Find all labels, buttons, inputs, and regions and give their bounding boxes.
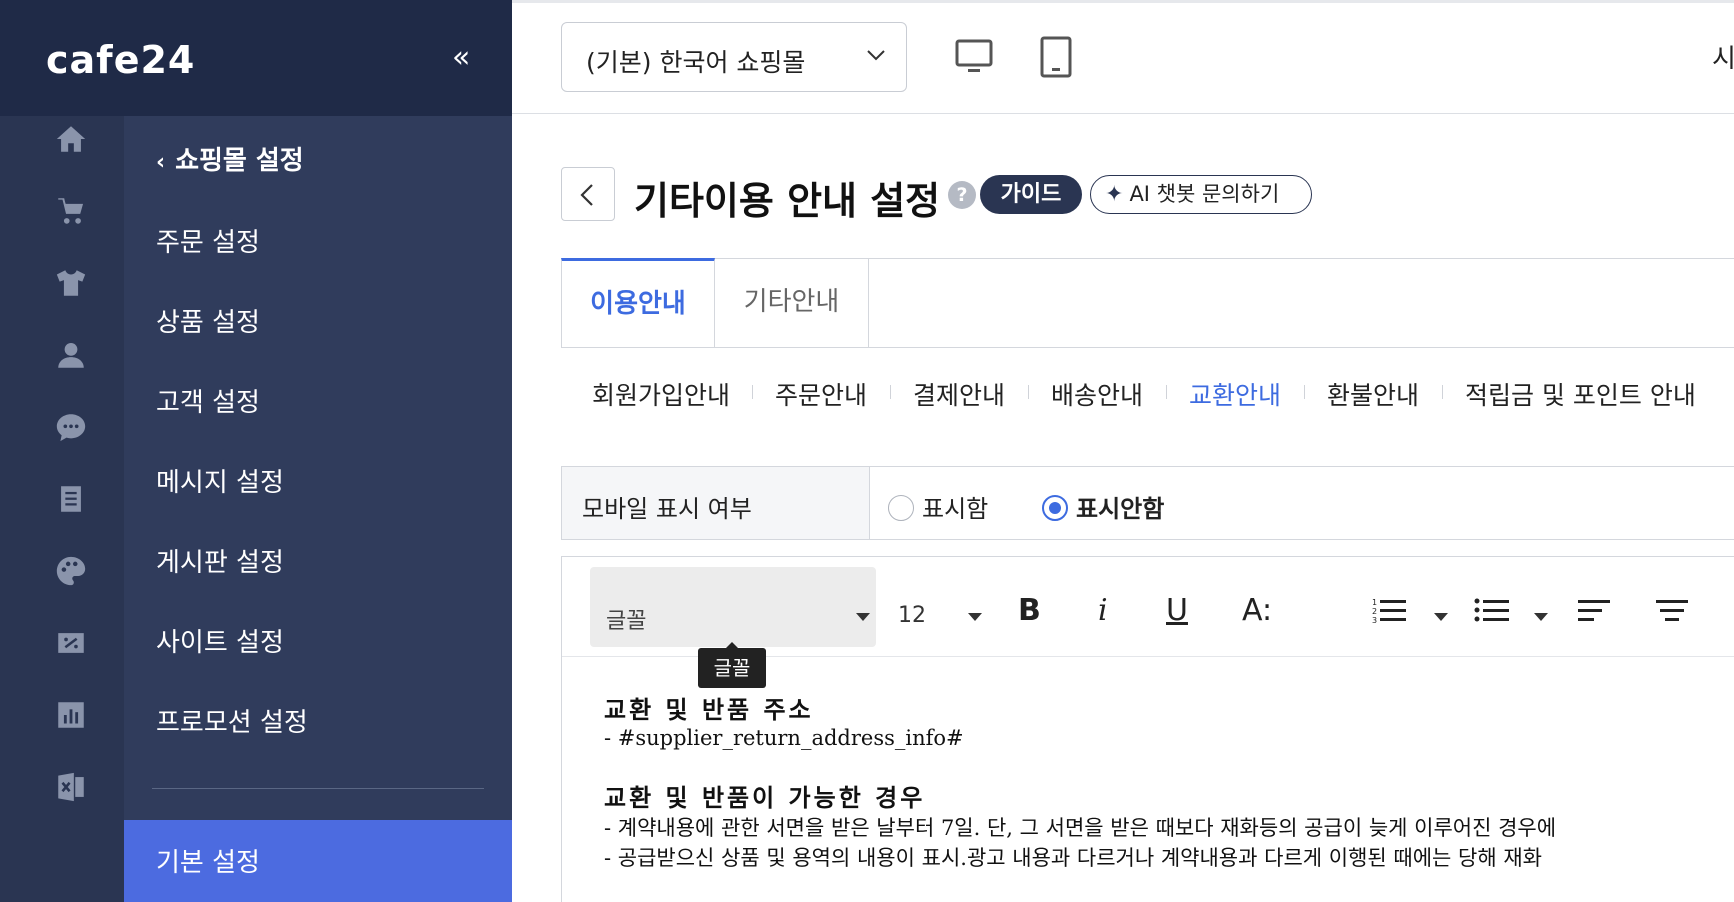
subtab-refund[interactable]: 환불안내 bbox=[1327, 376, 1419, 412]
submenu-item-site[interactable]: 사이트 설정 bbox=[156, 622, 284, 659]
subtab-shipping[interactable]: 배송안내 bbox=[1051, 376, 1143, 412]
submenu-item-basic-label: 기본 설정 bbox=[156, 848, 260, 878]
cafe24-logo[interactable]: cafe24 bbox=[46, 38, 195, 82]
subtab-separator bbox=[890, 385, 891, 399]
svg-text:3: 3 bbox=[1372, 616, 1377, 625]
radio-hide-label[interactable]: 표시안함 bbox=[1076, 489, 1164, 524]
mall-select-dropdown[interactable]: (기본) 한국어 쇼핑몰 bbox=[561, 22, 907, 92]
subtab-separator bbox=[1304, 385, 1305, 399]
subtab-points[interactable]: 적립금 및 포인트 안내 bbox=[1465, 376, 1696, 412]
guide-button[interactable]: 가이드 bbox=[980, 175, 1082, 214]
bullet-list-icon[interactable] bbox=[1474, 597, 1510, 625]
submenu-item-customer[interactable]: 고객 설정 bbox=[156, 382, 260, 419]
page-title: 기타이용 안내 설정 bbox=[634, 179, 941, 223]
excel-icon[interactable] bbox=[54, 770, 88, 804]
svg-text:1: 1 bbox=[1372, 598, 1377, 607]
palette-icon[interactable] bbox=[54, 554, 88, 588]
brand-header: cafe24 « bbox=[0, 0, 512, 116]
person-icon[interactable] bbox=[54, 338, 88, 372]
main-tabs: 이용안내 기타안내 bbox=[561, 258, 1734, 348]
cart-icon[interactable] bbox=[54, 194, 88, 228]
subtab-separator bbox=[752, 385, 753, 399]
tab-other-guide[interactable]: 기타안내 bbox=[715, 259, 869, 348]
subtab-exchange[interactable]: 교환안내 bbox=[1189, 376, 1281, 412]
submenu-item-promotion[interactable]: 프로모션 설정 bbox=[156, 702, 308, 739]
mobile-display-label-cell: 모바일 표시 여부 bbox=[562, 467, 870, 539]
font-family-value: 글꼴 bbox=[606, 609, 647, 634]
italic-button[interactable]: i bbox=[1098, 593, 1108, 628]
caret-down-icon bbox=[856, 613, 870, 621]
chevron-left-icon bbox=[580, 184, 593, 206]
chart-icon[interactable] bbox=[54, 698, 88, 732]
subtab-order[interactable]: 주문안내 bbox=[775, 376, 867, 412]
subtab-separator bbox=[1028, 385, 1029, 399]
subtab-signup[interactable]: 회원가입안내 bbox=[592, 376, 730, 412]
subtab-separator bbox=[1166, 385, 1167, 399]
mobile-display-row: 모바일 표시 여부 표시함 표시안함 bbox=[561, 466, 1734, 540]
font-family-select[interactable]: 글꼴 bbox=[590, 567, 876, 647]
radio-show[interactable] bbox=[888, 495, 914, 521]
help-icon[interactable]: ? bbox=[948, 181, 976, 209]
subtab-separator bbox=[1442, 385, 1443, 399]
chat-icon[interactable] bbox=[54, 410, 88, 444]
font-size-value[interactable]: 12 bbox=[898, 603, 926, 628]
caret-down-icon[interactable] bbox=[1432, 611, 1450, 623]
editor-heading-address[interactable]: 교환 및 반품 주소 bbox=[604, 690, 814, 725]
submenu-item-basic[interactable]: 기본 설정 bbox=[124, 820, 512, 902]
top-right-text[interactable]: 시 bbox=[1712, 38, 1734, 75]
ordered-list-icon[interactable]: 123 bbox=[1372, 597, 1408, 625]
promotion-icon[interactable] bbox=[54, 626, 88, 660]
sparkle-icon: ✦ bbox=[1105, 182, 1124, 207]
settings-submenu: ‹ 쇼핑몰 설정 주문 설정 상품 설정 고객 설정 메시지 설정 게시판 설정 … bbox=[124, 116, 512, 902]
radio-show-label[interactable]: 표시함 bbox=[922, 489, 988, 524]
text-size-button[interactable]: A: bbox=[1242, 593, 1272, 628]
ai-chatbot-button[interactable]: ✦ AI 챗봇 문의하기 bbox=[1090, 175, 1312, 214]
tshirt-icon[interactable] bbox=[54, 266, 88, 300]
editor-line-condition-1[interactable]: - 계약내용에 관한 서면을 받은 날부터 7일. 단, 그 서면을 받은 때보… bbox=[604, 812, 1556, 842]
submenu-item-product[interactable]: 상품 설정 bbox=[156, 302, 260, 339]
font-tooltip: 글꼴 bbox=[698, 642, 766, 688]
radio-hide[interactable] bbox=[1042, 495, 1068, 521]
collapse-menu-icon[interactable]: « bbox=[452, 40, 470, 75]
chevron-down-icon bbox=[867, 50, 885, 61]
editor-heading-conditions[interactable]: 교환 및 반품이 가능한 경우 bbox=[604, 778, 925, 813]
board-icon[interactable] bbox=[54, 482, 88, 516]
submenu-back-label: 쇼핑몰 설정 bbox=[175, 146, 304, 176]
home-icon[interactable] bbox=[54, 122, 88, 156]
svg-text:2: 2 bbox=[1372, 607, 1377, 616]
mall-select-value: (기본) 한국어 쇼핑몰 bbox=[586, 48, 806, 77]
subtab-payment[interactable]: 결제안내 bbox=[913, 376, 1005, 412]
submenu-item-board[interactable]: 게시판 설정 bbox=[156, 542, 284, 579]
ai-chatbot-label: AI 챗봇 문의하기 bbox=[1129, 182, 1280, 206]
editor-line-address[interactable]: - #supplier_return_address_info# bbox=[604, 726, 964, 750]
bold-button[interactable]: B bbox=[1018, 593, 1041, 628]
submenu-item-order[interactable]: 주문 설정 bbox=[156, 222, 260, 259]
editor-line-condition-2[interactable]: - 공급받으신 상품 및 용역의 내용이 표시.광고 내용과 다르거나 계약내용… bbox=[604, 842, 1542, 872]
pc-view-icon[interactable] bbox=[954, 38, 994, 78]
caret-down-icon[interactable] bbox=[966, 611, 984, 623]
submenu-item-message[interactable]: 메시지 설정 bbox=[156, 462, 284, 499]
chevron-left-icon: ‹ bbox=[156, 150, 166, 175]
back-button[interactable] bbox=[561, 167, 615, 221]
mobile-display-label: 모바일 표시 여부 bbox=[582, 495, 752, 523]
submenu-back[interactable]: ‹ 쇼핑몰 설정 bbox=[156, 140, 304, 177]
tablet-view-icon[interactable] bbox=[1038, 36, 1074, 80]
caret-down-icon[interactable] bbox=[1532, 611, 1550, 623]
align-center-icon[interactable] bbox=[1656, 597, 1690, 625]
underline-button[interactable]: U bbox=[1166, 593, 1188, 628]
submenu-divider bbox=[152, 788, 484, 789]
tab-usage-guide[interactable]: 이용안내 bbox=[561, 258, 715, 347]
align-left-icon[interactable] bbox=[1578, 597, 1612, 625]
